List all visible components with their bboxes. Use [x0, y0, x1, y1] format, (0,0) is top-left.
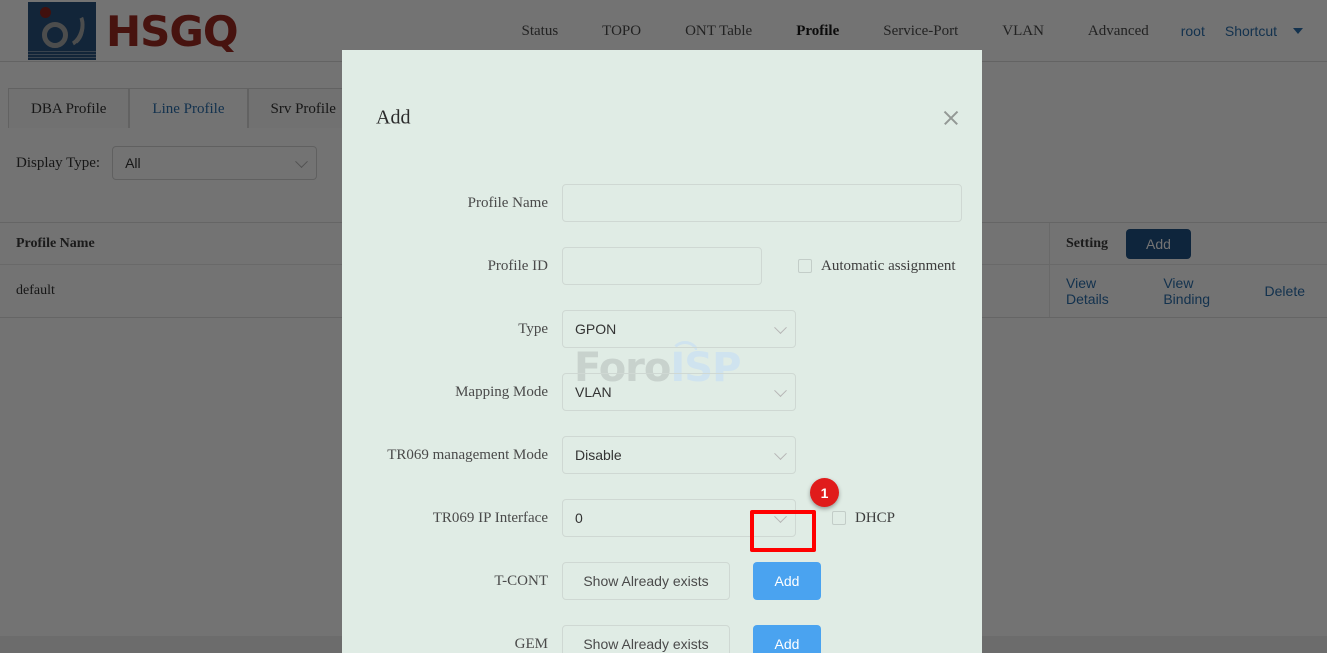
- chevron-down-icon: [774, 510, 787, 524]
- field-row-tr069-ip-interface: TR069 IP Interface 0 DHCP: [342, 499, 982, 537]
- field-row-tr069-management-mode: TR069 management Mode Disable: [342, 436, 982, 474]
- add-line-profile-dialog: Add ForoISP Profile Name Profile ID Auto…: [342, 50, 982, 653]
- automatic-assignment-checkbox[interactable]: Automatic assignment: [798, 258, 956, 275]
- gem-show-existing-button[interactable]: Show Already exists: [562, 625, 730, 653]
- label-tr069-management-mode: TR069 management Mode: [387, 446, 548, 463]
- label-gem: GEM: [514, 635, 548, 652]
- mapping-mode-select[interactable]: VLAN: [562, 373, 796, 411]
- label-profile-name: Profile Name: [467, 194, 548, 211]
- automatic-assignment-label: Automatic assignment: [821, 257, 956, 274]
- field-row-mapping-mode: Mapping Mode VLAN: [342, 373, 982, 411]
- checkbox-icon[interactable]: [832, 511, 846, 525]
- label-profile-id: Profile ID: [487, 257, 548, 274]
- field-row-profile-name: Profile Name: [342, 184, 982, 222]
- gem-add-button[interactable]: Add: [753, 625, 821, 653]
- type-value: GPON: [575, 321, 617, 337]
- tr069-management-mode-value: Disable: [575, 447, 622, 463]
- mapping-mode-value: VLAN: [575, 384, 612, 400]
- label-tcont: T-CONT: [494, 572, 548, 589]
- field-row-type: Type GPON: [342, 310, 982, 348]
- chevron-down-icon: [774, 321, 787, 335]
- label-tr069-ip-interface: TR069 IP Interface: [432, 509, 548, 526]
- dhcp-checkbox[interactable]: DHCP: [832, 510, 895, 527]
- dhcp-label: DHCP: [855, 509, 896, 526]
- chevron-down-icon: [774, 447, 787, 461]
- field-row-profile-id: Profile ID Automatic assignment: [342, 247, 982, 285]
- tr069-ip-interface-select[interactable]: 0: [562, 499, 796, 537]
- profile-id-input[interactable]: [562, 247, 762, 285]
- dialog-title: Add: [376, 106, 411, 129]
- label-type: Type: [518, 320, 548, 337]
- label-mapping-mode: Mapping Mode: [455, 383, 548, 400]
- field-row-tcont: T-CONT Show Already exists Add: [342, 562, 982, 600]
- tcont-add-button[interactable]: Add: [753, 562, 821, 600]
- tcont-show-existing-button[interactable]: Show Already exists: [562, 562, 730, 600]
- tr069-ip-interface-value: 0: [575, 510, 583, 526]
- chevron-down-icon: [774, 384, 787, 398]
- field-row-gem: GEM Show Already exists Add: [342, 625, 982, 653]
- tr069-management-mode-select[interactable]: Disable: [562, 436, 796, 474]
- annotation-step-badge: 1: [810, 478, 839, 507]
- checkbox-icon[interactable]: [798, 259, 812, 273]
- close-icon[interactable]: [942, 109, 960, 127]
- type-select[interactable]: GPON: [562, 310, 796, 348]
- profile-name-input[interactable]: [562, 184, 962, 222]
